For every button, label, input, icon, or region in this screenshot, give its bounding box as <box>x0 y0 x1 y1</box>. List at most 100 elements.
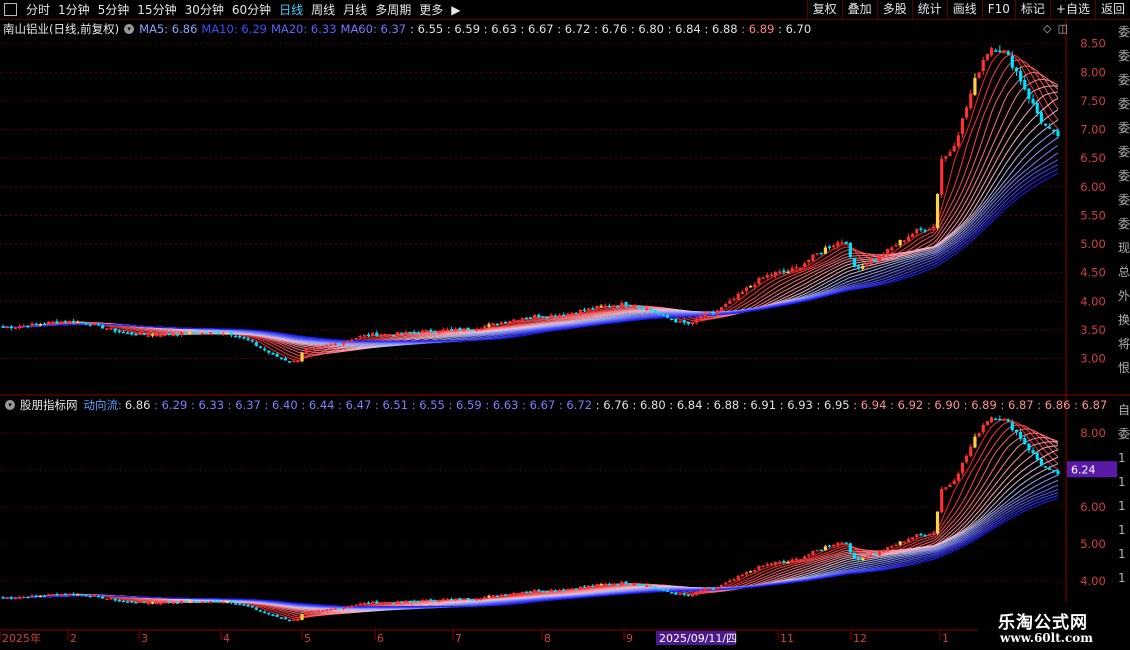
candle-body <box>902 240 906 242</box>
candle-body <box>479 598 483 601</box>
candle-body <box>890 247 894 251</box>
toolbar-button[interactable]: 返回 <box>1094 0 1130 19</box>
candle-body <box>250 339 254 342</box>
candle-body <box>906 539 911 542</box>
toolbar-button[interactable]: +自选 <box>1049 0 1095 19</box>
candle-body <box>487 324 491 327</box>
candle-body <box>499 594 504 597</box>
candle-body <box>445 329 450 331</box>
candle-body <box>163 333 167 337</box>
period-tab[interactable]: 分时 <box>22 1 54 18</box>
candle-body <box>508 321 512 324</box>
candle-body <box>449 329 454 331</box>
right-strip-char: 委 <box>1118 145 1130 159</box>
indicator-value: : 6.90 <box>926 398 964 412</box>
candle-body <box>246 338 250 341</box>
candle-body <box>449 598 454 601</box>
more-arrow-icon[interactable]: ▶ <box>447 3 464 17</box>
candle-body <box>699 590 703 593</box>
candle-body <box>632 306 636 308</box>
toolbar-button[interactable]: F10 <box>981 0 1015 19</box>
candle-body <box>1052 129 1056 132</box>
toolbar-button[interactable]: 多股 <box>876 0 912 19</box>
candle-body <box>59 594 63 596</box>
candle-body <box>603 305 607 307</box>
candle-body <box>931 532 935 535</box>
toolbar-button[interactable]: 画线 <box>946 0 982 19</box>
candle-body <box>881 254 886 257</box>
period-tab[interactable]: 30分钟 <box>181 1 228 18</box>
candle-body <box>719 584 724 588</box>
period-tab[interactable]: 60分钟 <box>228 1 275 18</box>
candle-body <box>51 321 55 324</box>
period-tab[interactable]: 日线 <box>275 1 307 18</box>
select-checkbox[interactable] <box>4 3 17 16</box>
candle-body <box>981 425 985 433</box>
candle-body <box>34 595 38 597</box>
period-tab[interactable]: 多周期 <box>371 1 415 18</box>
candle-body <box>989 417 994 423</box>
candle-body <box>786 271 790 274</box>
period-tab[interactable]: 月线 <box>339 1 371 18</box>
ma-line-23 <box>2 441 1059 614</box>
candle-body <box>840 542 844 545</box>
ma-line-8 <box>2 54 1059 359</box>
candle-body <box>757 278 761 284</box>
candle-body <box>196 601 200 603</box>
candle-body <box>807 554 811 556</box>
candle-body <box>387 334 391 336</box>
ma-extra-value: : 6.59 <box>446 22 484 36</box>
candle-body <box>325 345 329 348</box>
toolbar-button[interactable]: 标记 <box>1014 0 1050 19</box>
candle-body <box>616 584 620 586</box>
candle-body <box>736 576 740 580</box>
candle-body <box>321 610 325 612</box>
toolbar-button[interactable]: 复权 <box>806 0 842 19</box>
candle-body <box>620 302 624 307</box>
candle-body <box>553 590 558 592</box>
candle-body <box>753 284 757 287</box>
candle-body <box>570 588 574 590</box>
candle-body <box>628 304 632 307</box>
toolbar-button[interactable]: 叠加 <box>841 0 877 19</box>
candle-body <box>341 607 346 609</box>
candle-body <box>221 333 225 336</box>
indicator-value: : 6.67 <box>522 398 559 412</box>
candle-body <box>857 558 861 560</box>
chevron-down-icon[interactable]: ▾ <box>124 24 135 34</box>
candle-body <box>836 542 840 546</box>
toolbar-button[interactable]: 统计 <box>911 0 947 19</box>
ma-line-5 <box>2 418 1059 620</box>
ma-extra-value: : 6.70 <box>778 22 812 36</box>
period-tab[interactable]: 15分钟 <box>133 1 180 18</box>
ma-ribbon-indicator <box>2 418 1059 620</box>
candle-body <box>196 332 200 335</box>
candle-body <box>973 77 977 95</box>
ytick-label: 5.50 <box>1080 208 1106 222</box>
period-tab[interactable]: 周线 <box>307 1 339 18</box>
candle-body <box>34 323 38 326</box>
candle-body <box>645 585 649 588</box>
window-icon[interactable]: ◫ <box>1058 22 1068 35</box>
candle-body <box>258 610 263 612</box>
candle-body <box>724 304 728 307</box>
indicator-value: : 6.33 <box>190 398 228 412</box>
chevron-down-icon[interactable]: ▾ <box>5 400 15 410</box>
candle-body <box>354 337 358 340</box>
candle-body <box>404 600 408 603</box>
candle-body <box>632 584 636 586</box>
candle-body <box>670 592 674 594</box>
period-tab[interactable]: 1分钟 <box>54 1 94 18</box>
candle-body <box>350 605 354 608</box>
candle-body <box>105 328 109 330</box>
period-tab[interactable]: 5分钟 <box>94 1 134 18</box>
candle-body <box>300 613 304 620</box>
candle-body <box>940 489 944 513</box>
candle-body <box>379 602 383 605</box>
period-tab[interactable]: 更多 <box>415 1 447 18</box>
candle-body <box>1056 470 1060 475</box>
xtick-label: 12 <box>853 632 867 645</box>
xtick-label: 11 <box>780 632 794 645</box>
ytick-label: 4.00 <box>1080 294 1106 308</box>
diamond-icon[interactable]: ◇ <box>1043 22 1051 35</box>
